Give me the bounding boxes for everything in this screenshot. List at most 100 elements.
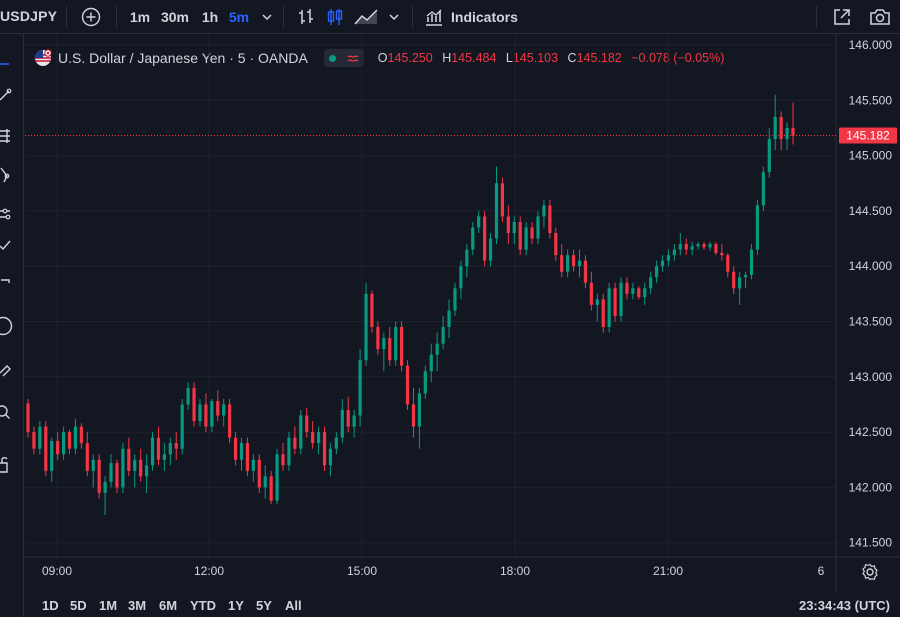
candle-body	[601, 299, 605, 328]
candle	[61, 426, 66, 460]
candle	[382, 332, 386, 372]
candle	[400, 321, 404, 372]
candle	[423, 365, 427, 399]
compare-symbol-button[interactable]	[80, 0, 102, 34]
candles-style-button[interactable]	[324, 0, 346, 34]
range-all-button[interactable]: All	[285, 598, 302, 613]
candle	[56, 432, 60, 460]
emoji-tool-icon[interactable]	[0, 316, 14, 336]
symbol-label[interactable]: USDJPY	[0, 8, 57, 24]
candle	[453, 282, 457, 316]
candle-body	[524, 227, 528, 250]
trend-line-tool-icon[interactable]	[0, 86, 14, 106]
candle-body	[643, 288, 647, 298]
fullscreen-button[interactable]	[830, 0, 854, 34]
range-6m-button[interactable]: 6M	[159, 598, 177, 613]
candle-body	[162, 454, 166, 460]
candle	[494, 166, 499, 245]
price-chart[interactable]: 146.000 145.500 145.000 144.500 144.000 143.5…	[0, 0, 900, 591]
candle	[643, 282, 647, 305]
bars-icon	[299, 9, 313, 24]
candle	[334, 432, 338, 455]
chevron-down-icon	[389, 14, 399, 21]
candle-body	[115, 463, 119, 488]
last-price-badge	[839, 127, 897, 144]
candle-body	[536, 216, 540, 239]
market-status-pill[interactable]	[323, 49, 364, 67]
candle-body	[216, 401, 220, 416]
range-1y-button[interactable]: 1Y	[228, 598, 244, 613]
candle-body	[293, 437, 297, 449]
snapshot-button[interactable]	[868, 0, 892, 34]
candle	[251, 454, 255, 482]
candle	[666, 249, 671, 267]
high-label: H	[442, 51, 452, 65]
candle-body	[512, 221, 516, 234]
prediction-tool-icon[interactable]	[0, 204, 14, 224]
candle-body	[571, 255, 576, 267]
candle-body	[204, 404, 208, 427]
utc-clock[interactable]: 23:34:43 (UTC)	[799, 598, 890, 613]
candle	[755, 199, 760, 256]
candle	[779, 111, 783, 151]
candle	[352, 409, 356, 438]
range-5d-button[interactable]: 5D	[70, 598, 87, 613]
candle-body	[67, 432, 72, 449]
crosshair-tool-icon[interactable]	[0, 54, 14, 74]
timeframe-dropdown-button[interactable]	[259, 0, 275, 34]
candle-body	[97, 459, 101, 493]
candle	[714, 241, 718, 256]
fib-tool-icon[interactable]	[0, 126, 14, 146]
candle-body	[607, 288, 611, 328]
range-1m-button[interactable]: 1M	[99, 598, 117, 613]
candle-body	[334, 437, 338, 449]
candle	[239, 437, 244, 471]
range-5y-button[interactable]: 5Y	[256, 598, 272, 613]
timeframe-30m-button[interactable]: 30m	[159, 0, 191, 34]
candle	[678, 233, 682, 256]
text-tool-icon[interactable]	[0, 274, 14, 294]
candle	[524, 221, 528, 256]
candle-body	[755, 205, 760, 250]
zoom-tool-icon[interactable]	[0, 402, 14, 422]
candle-body	[625, 282, 629, 294]
candle	[50, 437, 54, 482]
candle-body	[649, 277, 653, 289]
candle	[394, 321, 398, 366]
range-3m-button[interactable]: 3M	[128, 598, 146, 613]
candle	[447, 299, 451, 339]
ruler-tool-icon[interactable]	[0, 360, 14, 380]
candles-group	[26, 94, 795, 516]
pattern-tool-icon[interactable]	[0, 164, 14, 184]
candles-icon	[327, 9, 343, 25]
top-toolbar: USDJPY 1m 30m 1h 5m Indicators	[0, 0, 900, 34]
candle	[281, 443, 285, 471]
candle	[32, 426, 36, 455]
gear-icon	[862, 563, 878, 581]
symbol-title[interactable]: U.S. Dollar / Japanese Yen · 5 · OANDA	[58, 50, 308, 66]
candle	[133, 454, 137, 488]
timeframe-1m-button[interactable]: 1m	[128, 0, 152, 34]
range-ytd-button[interactable]: YTD	[190, 598, 216, 613]
change-value: −0.078 (−0.05%)	[631, 51, 725, 65]
candle	[269, 470, 273, 504]
lock-tool-icon[interactable]	[0, 454, 14, 474]
brush-tool-icon[interactable]	[0, 236, 14, 256]
indicators-button[interactable]: Indicators	[424, 0, 524, 34]
candle-body	[275, 454, 279, 501]
price-tick-label: 144.000	[849, 259, 893, 273]
candle-body	[322, 432, 327, 466]
chart-settings-button[interactable]	[860, 562, 880, 582]
candle	[625, 277, 629, 300]
candle-body	[222, 404, 226, 416]
bar-style-button[interactable]	[295, 0, 317, 34]
open-value: 145.250	[387, 51, 433, 65]
chart-style-dropdown-button[interactable]	[386, 0, 402, 34]
timeframe-5m-button[interactable]: 5m	[227, 0, 251, 34]
range-1d-button[interactable]: 1D	[42, 598, 59, 613]
area-style-button[interactable]	[352, 0, 380, 34]
candle-body	[773, 116, 777, 140]
candle	[607, 282, 611, 333]
candle-body	[85, 443, 89, 471]
timeframe-1h-button[interactable]: 1h	[199, 0, 221, 34]
